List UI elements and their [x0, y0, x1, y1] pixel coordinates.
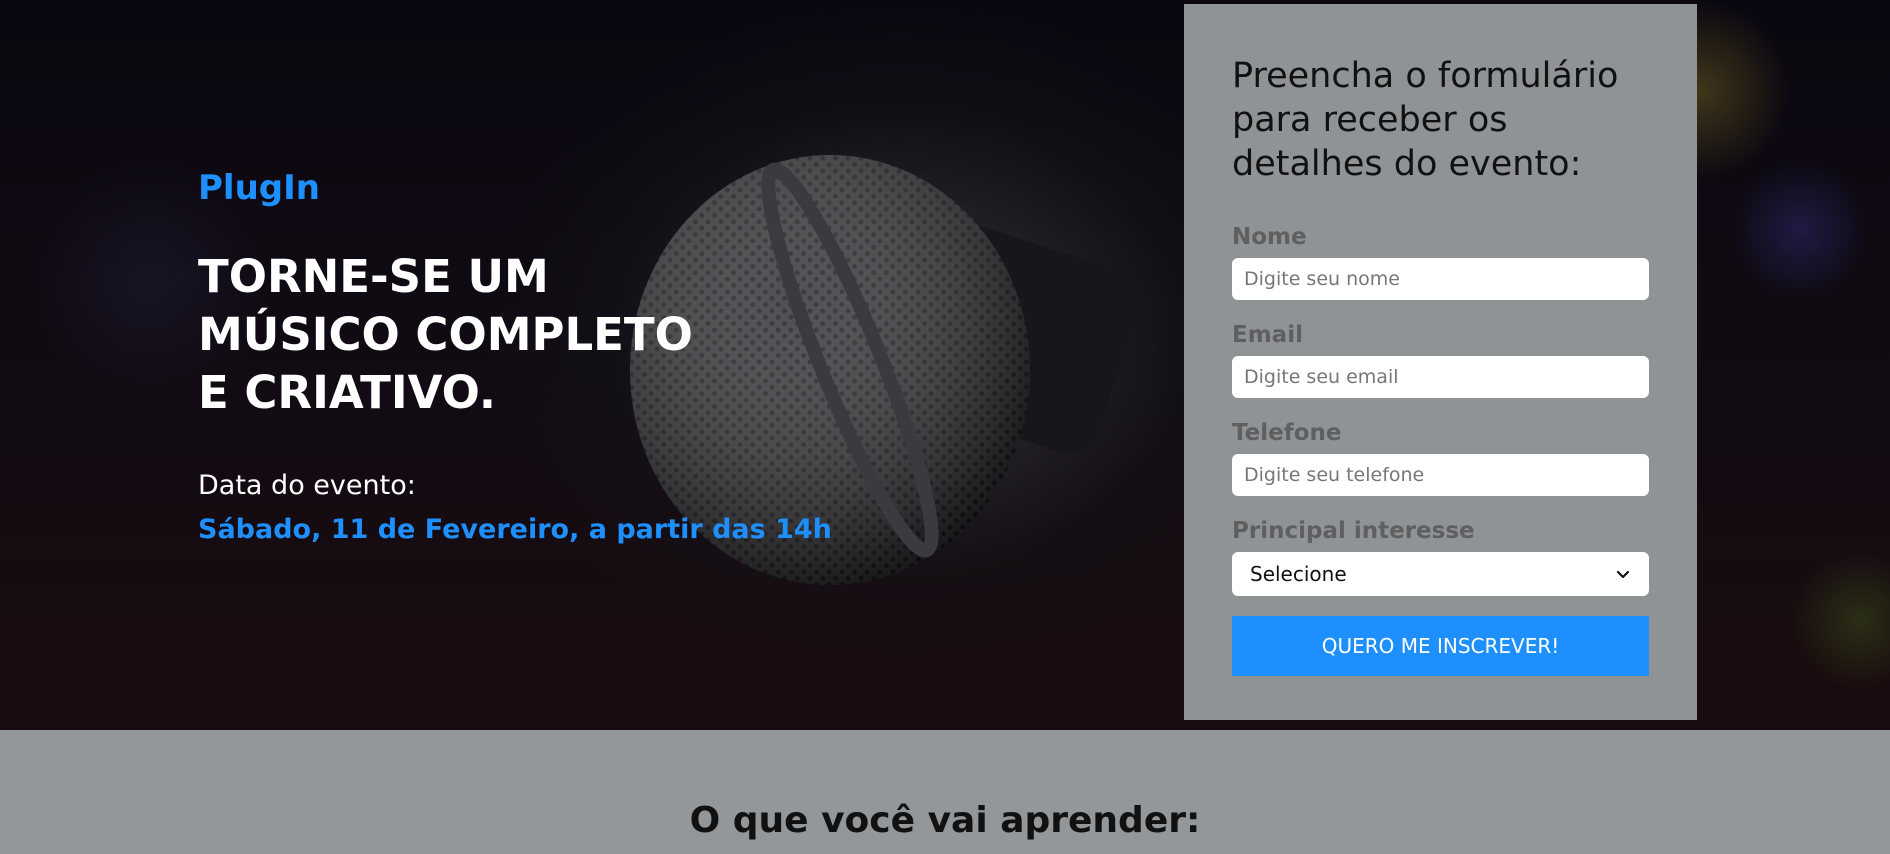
subscribe-button[interactable]: QUERO ME INSCREVER!: [1232, 616, 1649, 676]
chevron-down-icon: [1616, 570, 1630, 579]
learn-section-title: O que você vai aprender:: [689, 800, 1201, 841]
name-input[interactable]: [1232, 258, 1649, 300]
phone-input[interactable]: [1232, 454, 1649, 496]
hero-headline: TORNE-SE UM MÚSICO COMPLETO E CRIATIVO.: [198, 248, 758, 422]
form-title: Preencha o formulário para receber os de…: [1232, 56, 1619, 184]
email-input[interactable]: [1232, 356, 1649, 398]
interest-select[interactable]: Selecione: [1232, 552, 1649, 596]
email-label: Email: [1232, 322, 1303, 348]
event-date-label: Data do evento:: [198, 470, 416, 501]
event-date-value: Sábado, 11 de Fevereiro, a partir das 14…: [198, 514, 832, 545]
signup-form: Preencha o formulário para receber os de…: [1184, 4, 1697, 720]
interest-label: Principal interesse: [1232, 518, 1475, 544]
brand-logo-text: PlugIn: [198, 168, 320, 208]
phone-label: Telefone: [1232, 420, 1342, 446]
name-label: Nome: [1232, 224, 1307, 250]
headline-line: TORNE-SE UM: [198, 250, 549, 303]
interest-selected-value: Selecione: [1250, 562, 1347, 586]
headline-line: MÚSICO COMPLETO: [198, 308, 693, 361]
headline-line: E CRIATIVO.: [198, 366, 496, 419]
